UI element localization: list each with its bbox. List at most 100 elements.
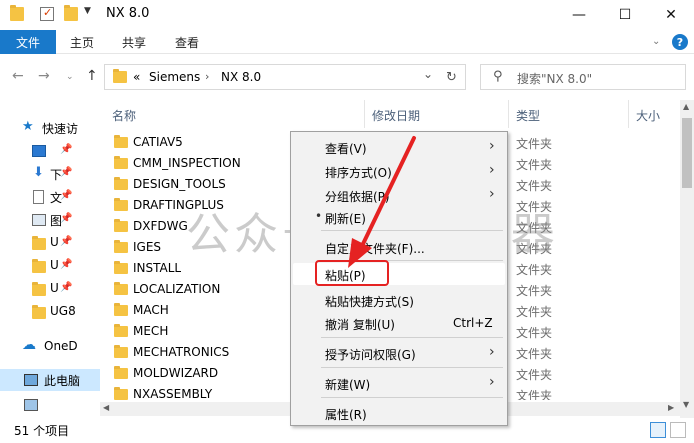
bullet-icon: •: [315, 209, 323, 223]
recent-locations-icon[interactable]: ⌄: [66, 72, 74, 82]
nav-this-pc[interactable]: 此电脑: [0, 369, 100, 391]
nav-pictures[interactable]: 图 📌: [0, 209, 100, 231]
nav-documents[interactable]: 文 📌: [0, 186, 100, 208]
file-type: 文件夹: [516, 284, 553, 298]
file-type: 文件夹: [516, 179, 553, 193]
menu-item-paste[interactable]: 粘贴(P): [293, 260, 505, 286]
breadcrumb-separator[interactable]: ›: [205, 70, 209, 83]
breadcrumb-nx[interactable]: NX 8.0: [221, 70, 261, 84]
chevron-down-icon[interactable]: ⌄: [652, 36, 660, 47]
large-icons-view-icon[interactable]: [670, 422, 686, 438]
details-view-icon[interactable]: [650, 422, 666, 438]
up-arrow-icon[interactable]: ↑: [86, 68, 98, 84]
search-input[interactable]: ⚲ 搜索"NX 8.0": [480, 64, 686, 90]
scroll-up-icon[interactable]: ▲: [683, 102, 689, 111]
menu-item-grant-access[interactable]: 授予访问权限(G) ›: [293, 342, 505, 364]
nav-onedrive[interactable]: ☁ OneD: [0, 336, 100, 358]
undo-shortcut: Ctrl+Z: [453, 316, 493, 330]
file-name: MACH: [133, 303, 169, 317]
computer-icon: [24, 374, 38, 386]
folder-icon: [114, 345, 128, 358]
tab-view[interactable]: 查看: [175, 30, 199, 54]
file-name: DESIGN_TOOLS: [133, 177, 226, 191]
menu-item-paste-shortcut[interactable]: 粘贴快捷方式(S): [293, 289, 505, 311]
back-arrow-icon[interactable]: ←: [12, 68, 24, 84]
nav-folder-ug8[interactable]: UG8: [0, 301, 100, 323]
tab-home[interactable]: 主页: [70, 30, 94, 54]
star-icon: ★: [22, 119, 34, 134]
navigation-pane: ★ 快速访 📌 ⬇ 下 📌 文 📌 图 📌 U 📌 U 📌 U 📌 UG8 ☁ …: [0, 100, 100, 418]
column-date[interactable]: 修改日期: [372, 107, 420, 124]
scroll-down-icon[interactable]: ▼: [683, 400, 689, 409]
menu-separator: [321, 230, 503, 231]
customize-toolbar-icon[interactable]: ▼: [84, 6, 91, 16]
vertical-scrollbar[interactable]: ▲ ▼: [680, 100, 694, 418]
item-count: 51 个项目: [14, 424, 70, 438]
address-bar[interactable]: « Siemens › NX 8.0 ⌄: [104, 64, 466, 90]
folder-icon: [114, 261, 128, 274]
refresh-button[interactable]: ↻: [438, 64, 466, 90]
folder-icon: [114, 156, 128, 169]
folder-icon[interactable]: [10, 5, 24, 21]
properties-icon[interactable]: [40, 6, 54, 21]
pin-icon: 📌: [60, 282, 73, 293]
nav-desktop[interactable]: 📌: [0, 140, 100, 162]
submenu-arrow-icon: ›: [489, 162, 495, 178]
new-folder-icon[interactable]: [64, 5, 78, 21]
network-icon: [24, 399, 38, 411]
file-name: MECH: [133, 324, 169, 338]
column-divider[interactable]: [508, 100, 509, 128]
nav-downloads[interactable]: ⬇ 下 📌: [0, 163, 100, 185]
breadcrumb-siemens[interactable]: Siemens: [149, 70, 200, 84]
tab-file[interactable]: 文件: [0, 30, 56, 54]
nav-folder-u2[interactable]: U 📌: [0, 255, 100, 277]
menu-item-sort[interactable]: 排序方式(O) ›: [293, 160, 505, 182]
tab-share[interactable]: 共享: [122, 30, 146, 54]
column-name[interactable]: 名称: [112, 107, 136, 124]
menu-item-properties[interactable]: 属性(R): [293, 402, 505, 424]
minimize-button[interactable]: —: [556, 0, 602, 30]
breadcrumb-overflow[interactable]: «: [133, 70, 140, 84]
help-icon[interactable]: ?: [672, 34, 688, 50]
forward-arrow-icon[interactable]: →: [38, 68, 50, 84]
file-type: 文件夹: [516, 263, 553, 277]
menu-item-new[interactable]: 新建(W) ›: [293, 372, 505, 394]
scroll-left-icon[interactable]: ◀: [103, 403, 109, 412]
scroll-right-icon[interactable]: ▶: [668, 403, 674, 412]
maximize-button[interactable]: ☐: [602, 0, 648, 30]
scroll-thumb[interactable]: [682, 118, 692, 188]
nav-folder-u1[interactable]: U 📌: [0, 232, 100, 254]
menu-item-group[interactable]: 分组依据(P) ›: [293, 184, 505, 206]
menu-separator: [321, 337, 503, 338]
folder-icon: [114, 219, 128, 232]
nav-network[interactable]: [0, 394, 100, 416]
folder-icon: [114, 387, 128, 400]
desktop-icon: [32, 145, 46, 157]
menu-separator: [321, 367, 503, 368]
menu-item-refresh[interactable]: • 刷新(E): [293, 206, 505, 228]
close-button[interactable]: ✕: [648, 0, 694, 30]
submenu-arrow-icon: ›: [489, 138, 495, 154]
folder-icon: [114, 240, 128, 253]
menu-item-customize-folder[interactable]: 自定义文件夹(F)...: [293, 236, 505, 258]
menu-item-undo-copy[interactable]: 撤消 复制(U) Ctrl+Z: [293, 312, 505, 334]
nav-folder-u3[interactable]: U 📌: [0, 278, 100, 300]
nav-quick-access[interactable]: ★ 快速访: [0, 117, 100, 139]
file-name: LOCALIZATION: [133, 282, 221, 296]
address-dropdown-icon[interactable]: ⌄: [423, 67, 433, 81]
folder-icon: [114, 135, 128, 148]
search-icon: ⚲: [493, 69, 503, 84]
folder-icon: [114, 324, 128, 337]
file-name: CMM_INSPECTION: [133, 156, 241, 170]
column-divider[interactable]: [364, 100, 365, 128]
column-headers: 名称 修改日期 类型 大小: [100, 100, 680, 128]
file-type: 文件夹: [516, 305, 553, 319]
pin-icon: 📌: [60, 167, 73, 178]
menu-item-view[interactable]: 查看(V) ›: [293, 136, 505, 158]
search-placeholder: 搜索"NX 8.0": [517, 72, 593, 86]
column-divider[interactable]: [628, 100, 629, 128]
column-size[interactable]: 大小: [636, 107, 660, 124]
cloud-icon: ☁: [22, 337, 36, 353]
pin-icon: 📌: [60, 236, 73, 247]
column-type[interactable]: 类型: [516, 107, 540, 124]
